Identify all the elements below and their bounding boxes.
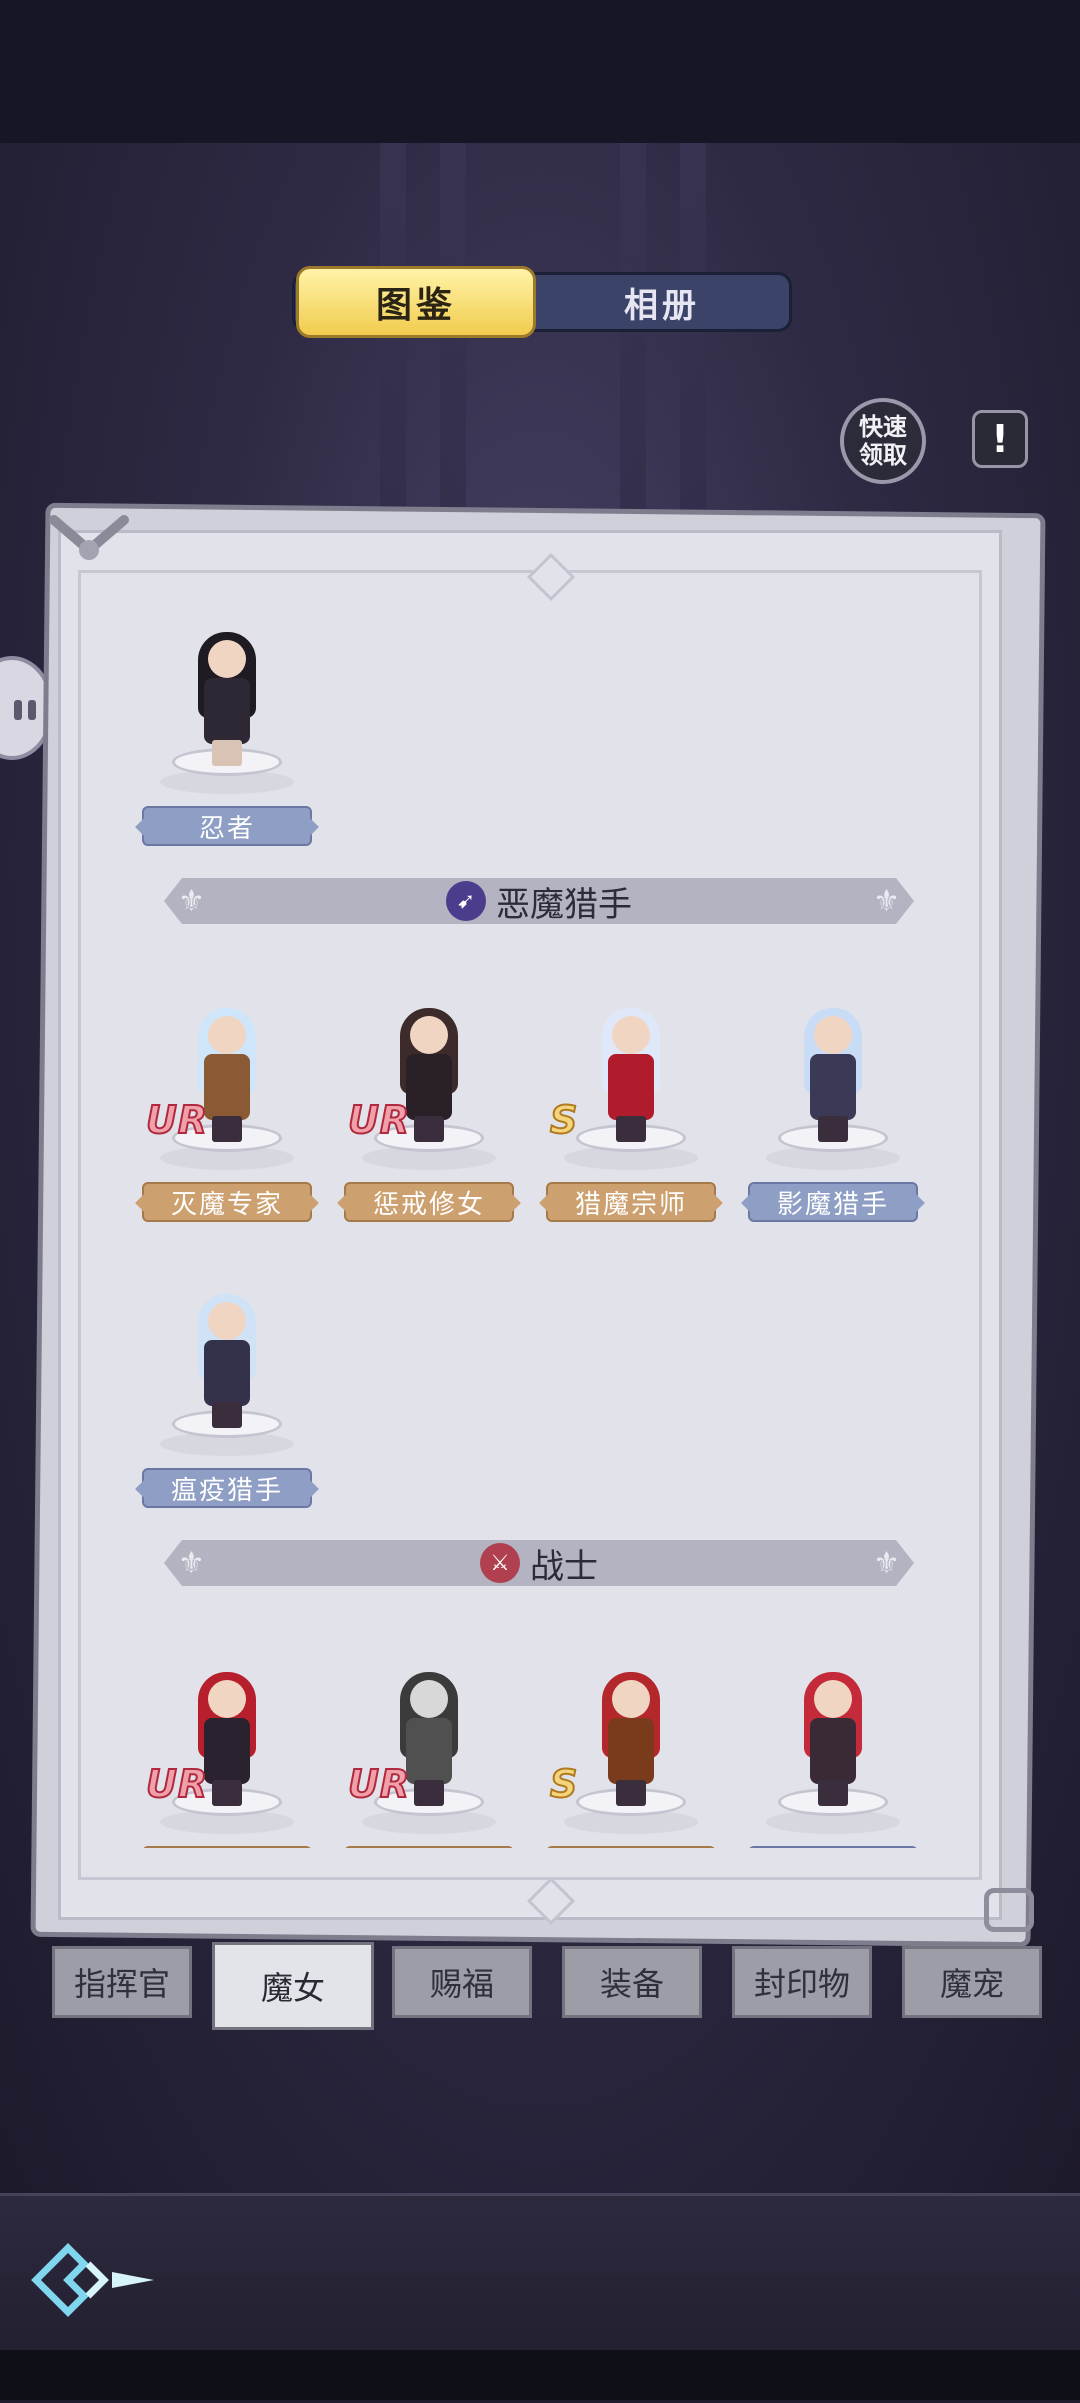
system-nav-bar (0, 2350, 1080, 2400)
tab-witch[interactable]: 魔女 (212, 1942, 374, 2030)
tab-blessing[interactable]: 赐福 (392, 1946, 532, 2018)
tab-codex[interactable]: 图鉴 (296, 266, 536, 338)
witch-card[interactable]: UR 灭魔专家 (142, 996, 312, 1226)
witch-sprite (194, 1294, 260, 1428)
witch-card[interactable]: UR (142, 1660, 312, 1848)
witch-card[interactable]: 忍者 (142, 620, 312, 850)
witch-card[interactable] (748, 1660, 918, 1848)
section-header-demon-hunter: ⚜ ⚜ ➹ 恶魔猎手 (164, 878, 914, 924)
witch-name-label: 忍者 (142, 806, 312, 846)
demon-hunter-class-icon: ➹ (446, 881, 486, 921)
rank-badge: UR (145, 1097, 209, 1143)
witch-sprite (800, 1008, 866, 1142)
witch-card[interactable]: 瘟疫猎手 (142, 1282, 312, 1512)
book-clip-icon (49, 515, 129, 560)
witch-name-label: 猎魔宗师 (546, 1182, 716, 1222)
witch-sprite (800, 1672, 866, 1806)
witch-name-label (142, 1846, 312, 1848)
witch-sprite (598, 1672, 664, 1806)
rank-badge: UR (145, 1761, 209, 1807)
rank-badge: S (549, 1761, 579, 1807)
witch-sprite (598, 1008, 664, 1142)
tab-equipment[interactable]: 装备 (562, 1946, 702, 2018)
quick-claim-button[interactable]: 快速 领取 (840, 398, 926, 484)
witch-card[interactable]: UR 惩戒修女 (344, 996, 514, 1226)
witch-name-label: 瘟疫猎手 (142, 1468, 312, 1508)
tab-pet[interactable]: 魔宠 (902, 1946, 1042, 2018)
witch-card[interactable]: S 猎魔宗师 (546, 996, 716, 1226)
witch-collection-list: 忍者 ⚜ ⚜ ➹ 恶魔猎手 UR 灭魔专家 UR 惩戒修女 S 猎魔宗师 影魔猎… (80, 580, 980, 1848)
witch-name-label (748, 1846, 918, 1848)
tab-album[interactable]: 相册 (532, 272, 792, 332)
witch-card[interactable]: S (546, 1660, 716, 1848)
quick-claim-label-line2: 领取 (859, 441, 907, 469)
witch-name-label (546, 1846, 716, 1848)
game-logo-icon[interactable] (28, 2240, 158, 2320)
witch-name-label (344, 1846, 514, 1848)
book-hook-icon (984, 1888, 1034, 1932)
witch-sprite (194, 632, 260, 766)
section-title: 战士 (530, 1546, 598, 1587)
witch-card[interactable]: UR (344, 1660, 514, 1848)
section-title: 恶魔猎手 (496, 884, 632, 925)
rank-badge: UR (347, 1761, 411, 1807)
section-header-warrior: ⚜ ⚜ ⚔ 战士 (164, 1540, 914, 1586)
info-button[interactable]: ! (972, 410, 1028, 468)
rank-badge: UR (347, 1097, 411, 1143)
rank-badge: S (549, 1097, 579, 1143)
quick-claim-label-line1: 快速 (859, 413, 907, 441)
codex-album-toggle: 相册 图鉴 (292, 266, 792, 338)
tab-seal[interactable]: 封印物 (732, 1946, 872, 2018)
witch-name-label: 影魔猎手 (748, 1182, 918, 1222)
warrior-class-icon: ⚔ (480, 1543, 520, 1583)
top-status-area (0, 0, 1080, 143)
witch-card[interactable]: 影魔猎手 (748, 996, 918, 1226)
tab-commander[interactable]: 指挥官 (52, 1946, 192, 2018)
witch-name-label: 灭魔专家 (142, 1182, 312, 1222)
witch-name-label: 惩戒修女 (344, 1182, 514, 1222)
